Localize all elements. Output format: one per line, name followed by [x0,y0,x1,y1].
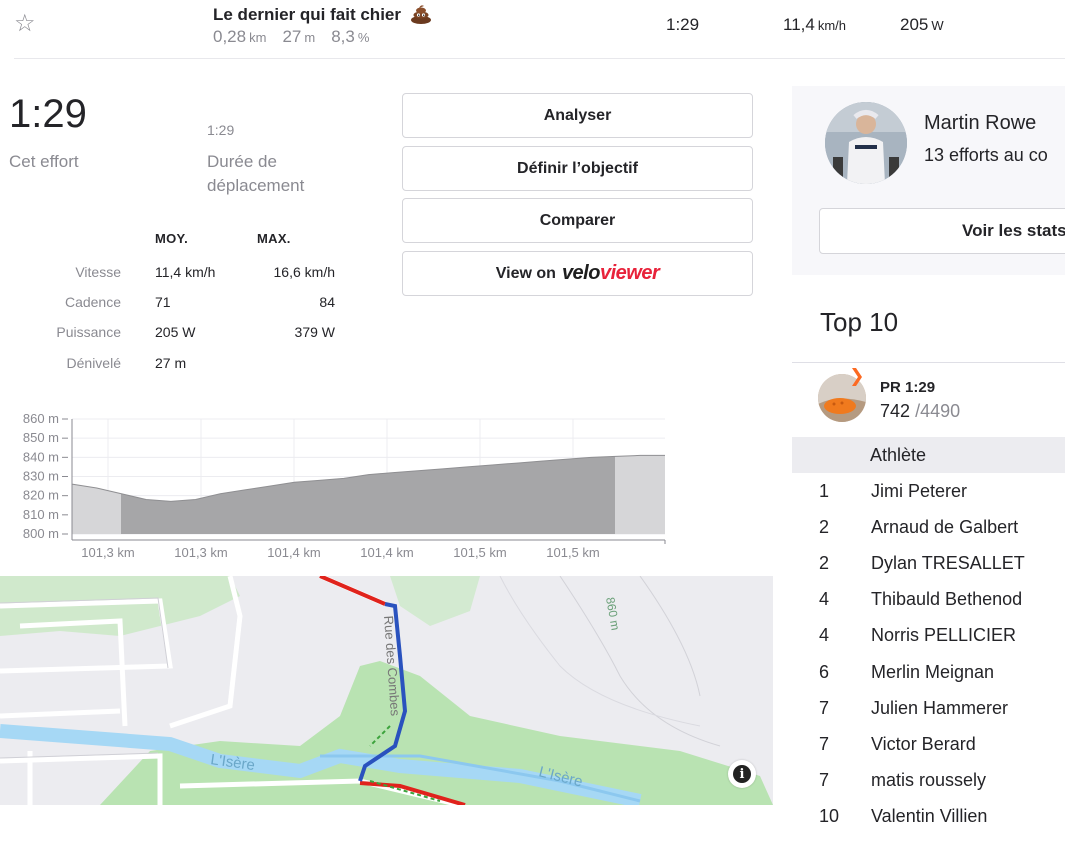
segment-meta: 0,28 km 27 m 8,3% [213,27,369,47]
chart-y-tick-label: 860 m [23,411,59,426]
leaderboard-athlete-link[interactable]: Valentin Villien [871,806,987,827]
stat-avg-cadence: 71 [155,294,171,310]
analyze-button[interactable]: Analyser [402,93,753,138]
leaderboard-athlete-link[interactable]: Julien Hammerer [871,698,1008,719]
leaderboard-athlete-link[interactable]: matis roussely [871,770,986,791]
chart-y-tick-label: 840 m [23,449,59,464]
leaderboard-rank: 4 [819,625,830,646]
leaderboard-athlete-link[interactable]: Dylan TRESALLET [871,553,1025,574]
leaderboard-rank: 7 [819,769,830,790]
leaderboard-rank: 10 [819,805,840,826]
stat-avg-elevation: 27 m [155,355,187,371]
segment-speed: 11,4 km/h [783,15,846,35]
speed-value: 11,4 [783,15,815,34]
segment-name: Le dernier qui fait chier [213,5,401,24]
compare-button[interactable]: Comparer [402,198,753,243]
chart-x-tick-label: 101,4 km [267,545,320,560]
stat-max-power: 379 W [294,324,335,340]
leaderboard-athlete-link[interactable]: Thibauld Bethenod [871,589,1022,610]
segment-title[interactable]: Le dernier qui fait chier [213,4,432,25]
segment-elevation: 27 [282,27,302,46]
veloviewer-logo-part1: velo [561,262,601,284]
stats-col-avg: MOY. [155,231,188,246]
segment-grade: 8,3 [331,27,355,46]
segment-power: 205 W [900,15,944,35]
leaderboard-rank: 7 [819,697,830,718]
elevation-chart[interactable]: 860 m 850 m 840 m 830 m 820 m 810 m 800 m 101,3… [0,408,680,568]
divider [14,58,1065,59]
leaderboard-athlete-link[interactable]: Victor Berard [871,734,976,755]
chart-y-tick-label: 810 m [23,507,59,522]
stat-max-speed: 16,6 km/h [273,264,335,280]
chart-y-tick-label: 800 m [23,526,59,541]
stat-label-power: Puissance [56,324,121,340]
pr-rank-line: 742 /4490 [880,401,960,422]
stat-label-elevation: Dénivelé [66,355,121,371]
elapsed-time: 1:29 [9,92,87,136]
stat-label-speed: Vitesse [75,264,121,280]
pr-rank: 742 [880,401,911,421]
stat-max-cadence: 84 [319,294,335,310]
leader-efforts: 13 efforts au co [924,145,1048,165]
pr-time: 1:29 [905,379,936,396]
leaderboard-rank: 1 [819,481,830,501]
distance-unit: km [249,30,267,45]
leader-name[interactable]: Martin Rowe [924,112,1036,135]
stats-col-max: MAX. [257,231,291,246]
leaderboard-athlete-link[interactable]: Arnaud de Galbert [871,517,1018,538]
avatar-photo [825,102,907,184]
stat-avg-power: 205 W [155,324,196,340]
avatar[interactable] [825,102,907,184]
star-icon[interactable]: ☆ [14,10,36,38]
chart-x-tick-label: 101,5 km [453,545,506,560]
chart-x-tick-label: 101,4 km [360,545,413,560]
leaderboard-athlete-link[interactable]: Merlin Meignan [871,662,994,683]
veloviewer-logo-part2: viewer [599,262,660,284]
info-icon: i [733,765,751,783]
stat-avg-speed: 11,4 km/h [155,264,216,280]
veloviewer-logo: veloviewer [561,262,660,285]
moving-label-line2: déplacement [207,176,305,195]
pr-total: /4490 [915,401,961,421]
leaderboard-rank: 2 [819,517,830,538]
chart-y-tick-label: 830 m [23,469,59,484]
chart-x-tick-label: 101,3 km [81,545,134,560]
pr-medal-icon [846,368,862,386]
veloviewer-button[interactable]: View on veloviewer [402,251,753,296]
route-map[interactable]: Rue des Combes L'Isère L'Isère 860 m [0,576,773,805]
view-on-label: View on [495,264,556,282]
pr-label: PR [880,379,901,396]
power-unit: W [931,18,944,33]
divider [792,362,1065,363]
moving-time: 1:29 [207,122,235,138]
segment-time: 1:29 [666,15,700,34]
set-goal-button[interactable]: Définir l’objectif [402,146,753,191]
power-value: 205 [900,15,929,34]
leaderboard-athlete-link[interactable]: Jimi Peterer [871,481,967,502]
leaderboard-header: Athlète [792,437,1065,473]
chart-x-tick-label: 101,3 km [174,545,227,560]
stat-label-cadence: Cadence [64,294,121,310]
view-stats-button[interactable]: Voir les stats [819,208,1065,254]
leaderboard-athlete-link[interactable]: Norris PELLICIER [871,625,1016,646]
speed-unit: km/h [817,18,846,33]
pile-of-poo-icon [410,5,431,24]
leaderboard-rank: 7 [819,733,830,754]
leaderboard-rank: 2 [819,553,830,574]
chart-y-tick-label: 850 m [23,430,59,445]
elevation-unit: m [304,30,316,45]
leaderboard-header-athlete: Athlète [870,445,927,465]
chart-y-tick-label: 820 m [23,488,59,503]
leaderboard-rank: 6 [819,661,830,682]
leaderboard-rank: 4 [819,589,830,610]
pr-line: PR 1:29 [880,379,935,396]
grade-unit: % [357,30,370,45]
elapsed-label: Cet effort [9,152,79,171]
elevation-context-area [615,455,665,534]
top10-title: Top 10 [820,307,899,337]
moving-label-line1: Durée de [207,152,277,171]
chart-x-tick-label: 101,5 km [546,545,599,560]
map-info-button[interactable]: i [728,760,756,788]
segment-distance: 0,28 [213,27,247,46]
